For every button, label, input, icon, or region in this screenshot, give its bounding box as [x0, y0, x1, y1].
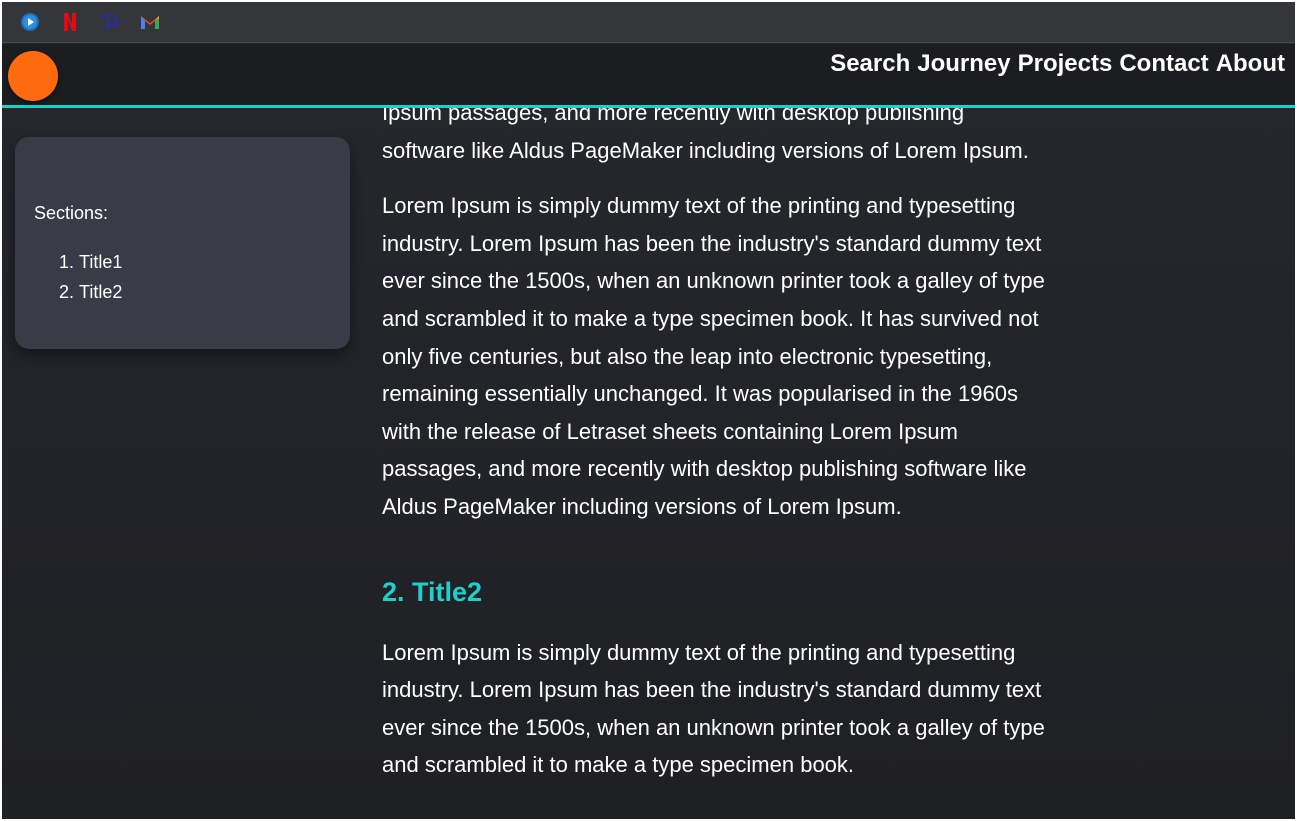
disney-plus-icon[interactable] [99, 11, 121, 33]
nav-link-journey[interactable]: Journey [917, 49, 1010, 79]
toc-heading: Sections: [34, 203, 109, 223]
nav-link-about[interactable]: About [1216, 49, 1285, 79]
bookmarks-bar [2, 2, 1295, 43]
toc-item: Title1 [79, 247, 350, 277]
toc-link-title2[interactable]: Title2 [79, 282, 122, 302]
logo-circle[interactable] [8, 51, 58, 101]
media-player-icon[interactable] [19, 11, 41, 33]
toc-link-title1[interactable]: Title1 [79, 252, 122, 272]
paragraph: Lorem Ipsum is simply dummy text of the … [382, 193, 1045, 519]
toc-list: Title1 Title2 [34, 247, 350, 307]
article-content: Ipsum passages, and more recently with d… [382, 94, 1052, 802]
browser-viewport: Search Journey Projects Contact About Se… [2, 2, 1295, 819]
paragraph: Lorem Ipsum is simply dummy text of the … [382, 639, 1045, 778]
toc-item: Title2 [79, 277, 350, 307]
nav-link-projects[interactable]: Projects [1018, 49, 1113, 79]
nav-link-search[interactable]: Search [830, 49, 910, 79]
gmail-icon[interactable] [139, 11, 161, 33]
table-of-contents: Sections: Title1 Title2 [15, 137, 350, 349]
nav-link-contact[interactable]: Contact [1119, 49, 1208, 79]
section-heading-title2: 2. Title2 [382, 576, 483, 607]
main-nav: Search Journey Projects Contact About [830, 49, 1285, 79]
site-header: Search Journey Projects Contact About [2, 44, 1295, 108]
netflix-icon[interactable] [59, 11, 81, 33]
